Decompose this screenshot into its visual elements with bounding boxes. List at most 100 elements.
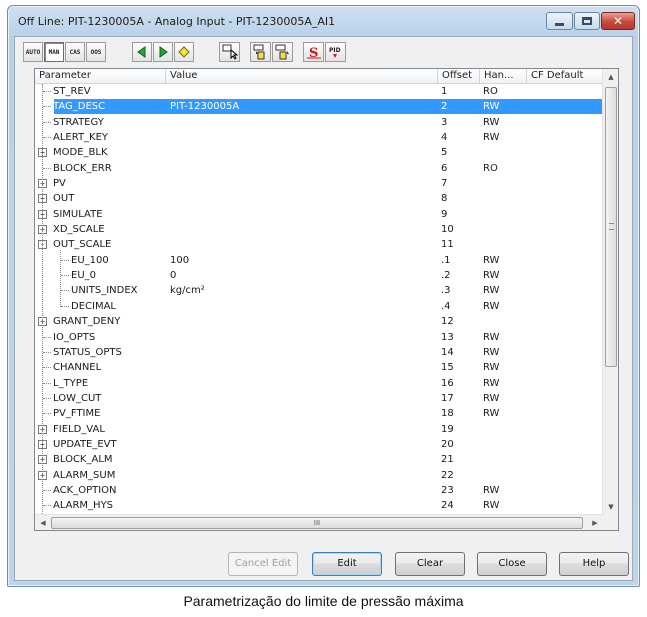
value-cell: 0 [170, 270, 177, 282]
changed-params-button[interactable] [219, 42, 240, 62]
value-cell [170, 161, 430, 176]
next-button[interactable] [153, 42, 173, 62]
mode-cas-label: CAS [69, 48, 81, 56]
column-value[interactable]: Value [166, 69, 438, 84]
table-row[interactable]: - OUT_SCALE 11 [35, 237, 603, 252]
table-row[interactable]: ALARM_HYS 24 RW [35, 498, 603, 513]
offset-cell: 12 [441, 316, 454, 328]
offset-cell: 5 [441, 147, 448, 159]
edit-button[interactable]: Edit [312, 552, 382, 576]
table-row[interactable]: + OUT 8 [35, 191, 603, 206]
table-row[interactable]: + UPDATE_EVT 20 [35, 437, 603, 452]
column-cf-default[interactable]: CF Default [527, 69, 603, 84]
scroll-right-icon[interactable]: ▶ [587, 515, 603, 531]
read-default-button[interactable] [272, 42, 293, 62]
table-row[interactable]: CHANNEL 15 RW [35, 360, 603, 375]
table-row[interactable]: + FIELD_VAL 19 [35, 422, 603, 437]
table-row[interactable]: STRATEGY 3 RW [35, 115, 603, 130]
svg-text:PID: PID [329, 47, 341, 54]
cancel-edit-button[interactable]: Cancel Edit [228, 552, 298, 576]
minimize-icon [555, 22, 564, 26]
parameter-grid[interactable]: Parameter Value Offset Han... CF Default… [34, 68, 619, 531]
table-row[interactable]: PV_FTIME 18 RW [35, 406, 603, 421]
table-row[interactable]: TAG_DESC PIT-1230005A 2 RW [35, 99, 603, 115]
handling-cell [483, 452, 531, 467]
horizontal-scroll-thumb[interactable]: III [51, 517, 583, 529]
table-row[interactable]: + PV 7 [35, 176, 603, 191]
tree-branch [60, 249, 61, 307]
value-cell [170, 360, 430, 375]
scroll-down-icon[interactable]: ▼ [603, 499, 619, 515]
value-cell [170, 437, 430, 452]
value-cell [170, 376, 430, 391]
close-window-button[interactable]: ✕ [601, 12, 635, 30]
column-parameter[interactable]: Parameter [35, 69, 166, 84]
mode-auto-button[interactable]: AUTO [23, 42, 43, 62]
table-row[interactable]: + ALARM_SUM 22 [35, 468, 603, 483]
table-row[interactable]: LOW_CUT 17 RW [35, 391, 603, 406]
grip-icon [609, 223, 614, 230]
arrow-left-icon [137, 46, 146, 58]
table-row[interactable]: + XD_SCALE 10 [35, 222, 603, 237]
help-button[interactable]: Help [559, 552, 629, 576]
table-row[interactable]: ST_REV 1 RO [35, 84, 603, 99]
handling-cell: RW [483, 392, 500, 404]
minimize-button[interactable] [546, 12, 573, 30]
arrow-right-icon [159, 46, 168, 58]
table-row[interactable]: + MODE_BLK 5 [35, 145, 603, 160]
table-row[interactable]: EU_100 100.1 RW [35, 253, 603, 268]
mode-man-button[interactable]: MAN [44, 42, 64, 62]
grid-header: Parameter Value Offset Han... CF Default [35, 69, 603, 84]
hand-pointer-icon [222, 44, 238, 60]
offset-cell: 21 [441, 454, 454, 466]
title-bar[interactable]: Off Line: PIT-1230005A - Analog Input - … [8, 6, 639, 36]
previous-button[interactable] [132, 42, 152, 62]
table-row[interactable]: ACK_OPTION 23 RW [35, 483, 603, 498]
value-cell [170, 314, 430, 329]
table-row[interactable]: + GRANT_DENY 12 [35, 314, 603, 329]
handling-cell [483, 207, 531, 222]
diamond-icon [178, 46, 190, 58]
mode-man-label: MAN [48, 48, 60, 56]
table-row[interactable]: + BLOCK_ALM 21 [35, 452, 603, 467]
diamond-button[interactable] [174, 42, 194, 62]
table-row[interactable]: ALERT_KEY 4 RW [35, 130, 603, 145]
vertical-scrollbar[interactable]: ▲ ▼ [602, 69, 618, 515]
figure-caption: Parametrização do limite de pressão máxi… [183, 593, 464, 609]
table-row[interactable]: UNITS_INDEX kg/cm² .3 RW [35, 283, 603, 298]
table-row[interactable]: + SIMULATE 9 [35, 207, 603, 222]
scroll-up-icon[interactable]: ▲ [603, 69, 619, 85]
offset-cell: 8 [441, 193, 448, 205]
handling-cell: RW [483, 500, 500, 512]
read-all-button[interactable] [250, 42, 271, 62]
handling-cell: RW [483, 132, 500, 144]
table-row[interactable]: EU_0 0.2 RW [35, 268, 603, 283]
value-cell [170, 406, 430, 421]
value-cell [170, 299, 430, 314]
value-cell [170, 345, 430, 360]
offset-cell: 22 [441, 469, 454, 481]
table-row[interactable]: IO_OPTS 13 RW [35, 330, 603, 345]
clear-button[interactable]: Clear [395, 552, 465, 576]
table-row[interactable]: BLOCK_ERR 6 RO [35, 161, 603, 176]
pid-button[interactable]: PID [325, 42, 346, 62]
close-button[interactable]: Close [477, 552, 547, 576]
table-row[interactable]: DECIMAL .4 RW [35, 299, 603, 314]
scroll-corner [602, 514, 618, 530]
mode-oos-button[interactable]: OOS [86, 42, 106, 62]
maximize-button[interactable] [574, 12, 600, 30]
column-offset[interactable]: Offset [438, 69, 480, 84]
save-button[interactable]: S [303, 42, 324, 62]
value-cell [170, 468, 430, 483]
horizontal-scrollbar[interactable]: ◀ III ▶ [35, 514, 603, 530]
table-row[interactable]: STATUS_OPTS 14 RW [35, 345, 603, 360]
vertical-scroll-thumb[interactable] [605, 87, 617, 367]
handling-cell [483, 422, 531, 437]
table-row[interactable]: L_TYPE 16 RW [35, 376, 603, 391]
mode-cas-button[interactable]: CAS [65, 42, 85, 62]
offset-cell: 16 [441, 377, 454, 389]
column-handling[interactable]: Han... [480, 69, 527, 84]
handling-cell [483, 191, 531, 206]
offset-cell: 9 [441, 208, 448, 220]
scroll-left-icon[interactable]: ◀ [35, 515, 51, 531]
